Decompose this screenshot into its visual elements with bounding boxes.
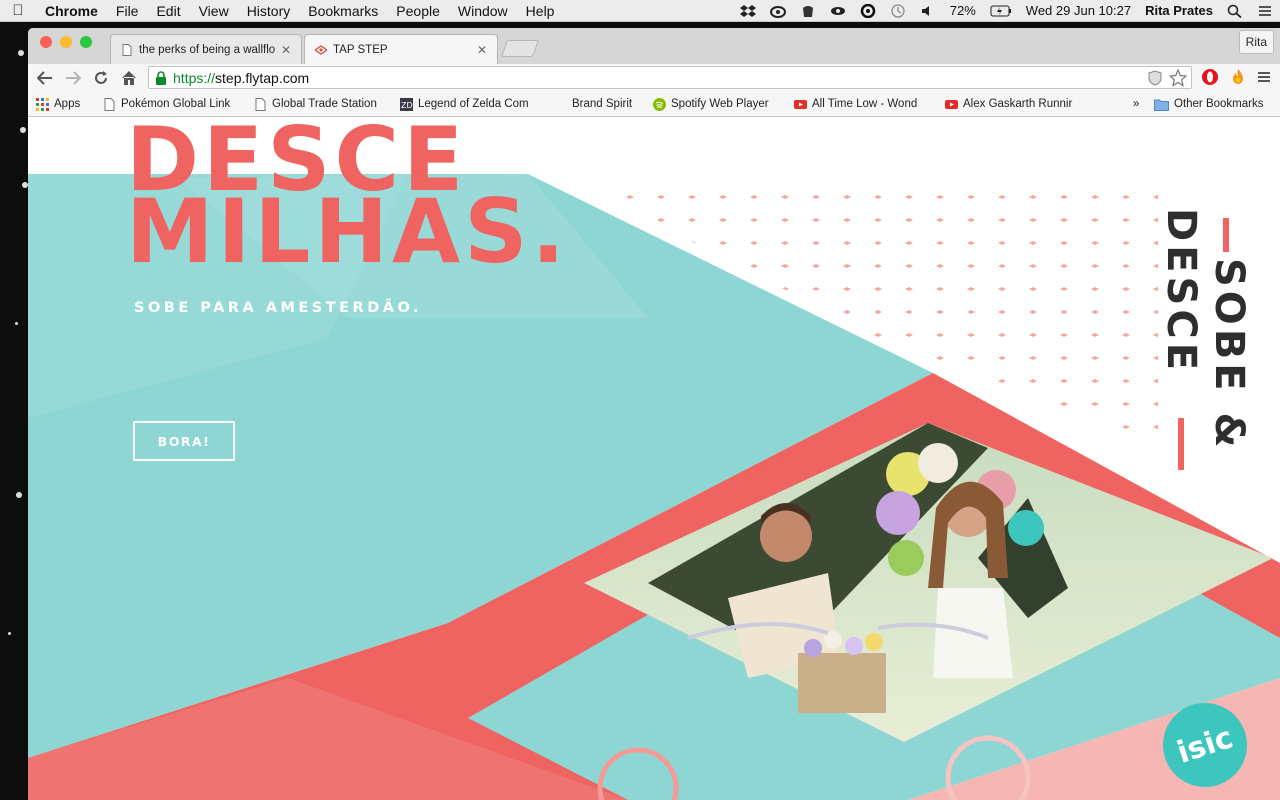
menu-file[interactable]: File — [107, 3, 148, 19]
tab-label: TAP STEP — [333, 43, 388, 56]
bookmark-label: Brand Spirit — [572, 98, 633, 110]
forward-arrow-icon[interactable] — [62, 67, 84, 89]
tab-label: the perks of being a wallflo — [139, 43, 275, 56]
menu-history[interactable]: History — [238, 3, 300, 19]
page-icon — [104, 97, 115, 111]
bookmark-all-time-low[interactable]: All Time Low - Wond — [794, 96, 930, 112]
hero-title: DESCE MILHAS. — [126, 118, 569, 283]
bookmark-label: Legend of Zelda Com — [418, 98, 529, 110]
web-page: DESCE MILHAS. SOBE PARA AMESTERDÃO. BORA… — [28, 118, 1280, 800]
fire-extension-icon[interactable] — [1228, 67, 1248, 87]
bookmark-label: Global Trade Station — [272, 98, 377, 110]
chrome-menu-icon[interactable] — [1254, 67, 1274, 87]
desktop-background — [0, 22, 28, 800]
opera-extension-icon[interactable] — [1200, 67, 1220, 87]
shield-icon[interactable] — [1147, 70, 1163, 86]
new-tab-button[interactable] — [500, 40, 540, 57]
creative-cloud-icon[interactable] — [763, 4, 793, 18]
evernote-icon[interactable] — [793, 4, 823, 18]
page-icon — [255, 97, 266, 111]
volume-icon[interactable] — [913, 4, 943, 18]
svg-text:ZD: ZD — [401, 101, 413, 110]
battery-icon[interactable] — [983, 5, 1019, 17]
lock-icon — [156, 70, 166, 85]
folder-icon — [1154, 99, 1169, 111]
bookmark-label: Pokémon Global Link — [121, 98, 231, 110]
browser-window: the perks of being a wallflo ✕ TAP STEP … — [28, 28, 1280, 800]
battery-percent[interactable]: 72% — [943, 3, 983, 18]
spotify-icon — [653, 97, 666, 111]
tab-close-icon[interactable]: ✕ — [281, 43, 291, 57]
vertical-accent-bar-top — [1223, 218, 1229, 252]
hero-title-line-2: MILHAS. — [126, 180, 569, 283]
tab-tap-step[interactable]: TAP STEP ✕ — [304, 34, 498, 64]
tab-close-icon[interactable]: ✕ — [477, 43, 487, 57]
vertical-text-desce: DESCE — [1158, 208, 1204, 375]
hero-subtitle: SOBE PARA AMESTERDÃO. — [134, 300, 422, 316]
bookmark-label: All Time Low - Wond — [812, 98, 918, 110]
zelda-favicon-icon: ZD — [400, 97, 413, 111]
youtube-icon — [945, 99, 958, 109]
minimize-window-button[interactable] — [60, 36, 72, 48]
bookmark-label: Alex Gaskarth Runnir — [963, 98, 1073, 110]
page-icon — [122, 43, 132, 56]
bookmark-label: Other Bookmarks — [1174, 98, 1264, 110]
url-host: step.flytap.com — [215, 69, 310, 86]
macos-menubar:  Chrome File Edit View History Bookmark… — [0, 0, 1280, 22]
home-icon[interactable] — [118, 67, 140, 89]
bookmark-label: Spotify Web Player — [671, 98, 769, 110]
menu-edit[interactable]: Edit — [147, 3, 189, 19]
bookmark-global-trade-station[interactable]: Global Trade Station — [254, 96, 377, 112]
menu-bookmarks[interactable]: Bookmarks — [299, 3, 387, 19]
back-arrow-icon[interactable] — [34, 67, 56, 89]
address-bar[interactable]: https://step.flytap.com — [148, 66, 1192, 89]
tap-logo-icon — [315, 44, 327, 55]
bookmark-other-bookmarks[interactable]: Other Bookmarks — [1154, 96, 1263, 112]
zoom-window-button[interactable] — [80, 36, 92, 48]
spotlight-search-icon[interactable] — [1220, 4, 1250, 18]
youtube-icon — [794, 99, 807, 109]
time-machine-icon[interactable] — [883, 3, 913, 18]
bookmarks-bar: Apps Pokémon Global Link Global Trade St… — [28, 91, 1280, 117]
menu-people[interactable]: People — [387, 3, 449, 19]
bookmark-label: Apps — [54, 98, 81, 110]
notification-center-icon[interactable] — [1250, 4, 1280, 18]
reload-icon[interactable] — [90, 67, 112, 89]
bookmark-star-icon[interactable] — [1169, 69, 1187, 87]
profile-button[interactable]: Rita — [1238, 30, 1274, 54]
bora-button[interactable]: BORA! — [133, 421, 235, 461]
vertical-accent-bar-bottom — [1178, 418, 1184, 470]
bookmark-alex-gaskarth[interactable]: Alex Gaskarth Runnir — [945, 96, 1083, 112]
bookmark-legend-of-zelda[interactable]: ZD Legend of Zelda Com — [400, 96, 535, 112]
tab-wallflower[interactable]: the perks of being a wallflo ✕ — [110, 34, 302, 64]
menu-window[interactable]: Window — [449, 3, 517, 19]
apps-grid-icon — [36, 97, 49, 111]
eye-icon[interactable] — [823, 4, 853, 18]
bookmark-apps[interactable]: Apps — [36, 96, 80, 112]
app-circle-icon[interactable] — [853, 3, 883, 18]
url-scheme: https:// — [173, 69, 216, 86]
tab-strip: the perks of being a wallflo ✕ TAP STEP … — [28, 28, 1280, 64]
bookmark-pokemon-global-link[interactable]: Pokémon Global Link — [103, 96, 230, 112]
user-name[interactable]: Rita Prates — [1138, 3, 1220, 18]
vertical-text-sobe: SOBE & — [1206, 258, 1252, 452]
menu-help[interactable]: Help — [517, 3, 564, 19]
close-window-button[interactable] — [40, 36, 52, 48]
bookmark-spotify-web-player[interactable]: Spotify Web Player — [653, 96, 769, 112]
dropbox-icon[interactable] — [733, 4, 763, 18]
browser-toolbar: https://step.flytap.com — [28, 64, 1280, 91]
menu-view[interactable]: View — [190, 3, 238, 19]
bookmark-brand-spirit[interactable]: Brand Spirit — [552, 96, 632, 112]
bookmarks-overflow-chevron[interactable]: » — [1133, 96, 1139, 112]
clock-datetime[interactable]: Wed 29 Jun 10:27 — [1019, 3, 1138, 18]
menu-app-name[interactable]: Chrome — [36, 3, 107, 19]
apple-menu-icon[interactable]:  — [0, 2, 36, 19]
